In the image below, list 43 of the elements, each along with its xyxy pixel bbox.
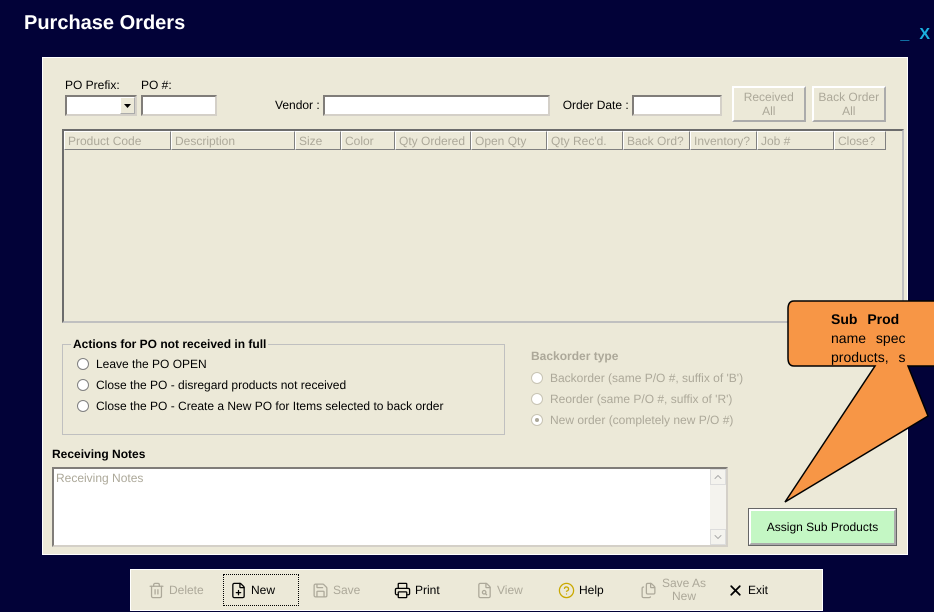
toolbar-button[interactable]: Print	[387, 574, 463, 606]
radio-option[interactable]: Close the PO - Create a New PO for Items selected to back order	[77, 399, 504, 413]
po-number-label: PO #:	[141, 78, 173, 92]
caret-icon	[124, 104, 131, 108]
column-header[interactable]: Job #	[757, 131, 834, 150]
callout-text: Sub Prod	[831, 310, 900, 329]
vendor-field[interactable]	[322, 95, 550, 116]
vendor-label: Vendor :	[275, 98, 320, 112]
column-header[interactable]: Color	[341, 131, 395, 150]
close-button[interactable]: X	[919, 26, 930, 44]
order-date-field[interactable]	[632, 95, 722, 116]
toolbar-button[interactable]: Help	[551, 574, 627, 606]
new-document-icon	[230, 582, 247, 598]
column-header[interactable]: Description	[171, 131, 295, 150]
minimize-button[interactable]: _	[900, 26, 910, 44]
group-title: Actions for PO not received in full	[72, 337, 268, 351]
po-number-field[interactable]	[141, 95, 217, 116]
group-title: Backorder type	[531, 349, 620, 363]
printer-icon	[394, 582, 411, 598]
column-header[interactable]: Size	[295, 131, 341, 150]
help-icon	[558, 582, 575, 598]
column-header[interactable]: Qty Rec'd.	[547, 131, 623, 150]
callout-text: name spec	[831, 329, 906, 348]
column-header[interactable]: Inventory?	[690, 131, 757, 150]
document-search-icon	[476, 582, 493, 598]
column-header[interactable]: Back Ord?	[623, 131, 690, 150]
column-header[interactable]: Product Code	[64, 131, 171, 150]
column-header[interactable]: Qty Ordered	[395, 131, 471, 150]
column-header[interactable]: Close?	[834, 131, 886, 150]
column-header[interactable]: Open Qty	[471, 131, 547, 150]
notes-label: Receiving Notes	[52, 447, 146, 461]
documents-icon	[640, 582, 657, 598]
callout-text: products, s	[831, 348, 906, 367]
order-date-label: Order Date :	[562, 98, 629, 112]
trash-icon	[148, 582, 165, 598]
assign-sub-products-button[interactable]: Assign Sub Products	[749, 509, 896, 545]
radio-option[interactable]: Close the PO - disregard products not received	[77, 378, 504, 392]
po-prefix-label: PO Prefix:	[65, 78, 121, 92]
radio-option[interactable]: Leave the PO OPEN	[77, 357, 504, 371]
toolbar-button[interactable]: New	[223, 574, 299, 606]
po-prefix-dropdown[interactable]	[65, 95, 137, 116]
window-title: Purchase Orders	[24, 12, 186, 35]
toolbar-button[interactable]: Exit	[720, 574, 796, 606]
